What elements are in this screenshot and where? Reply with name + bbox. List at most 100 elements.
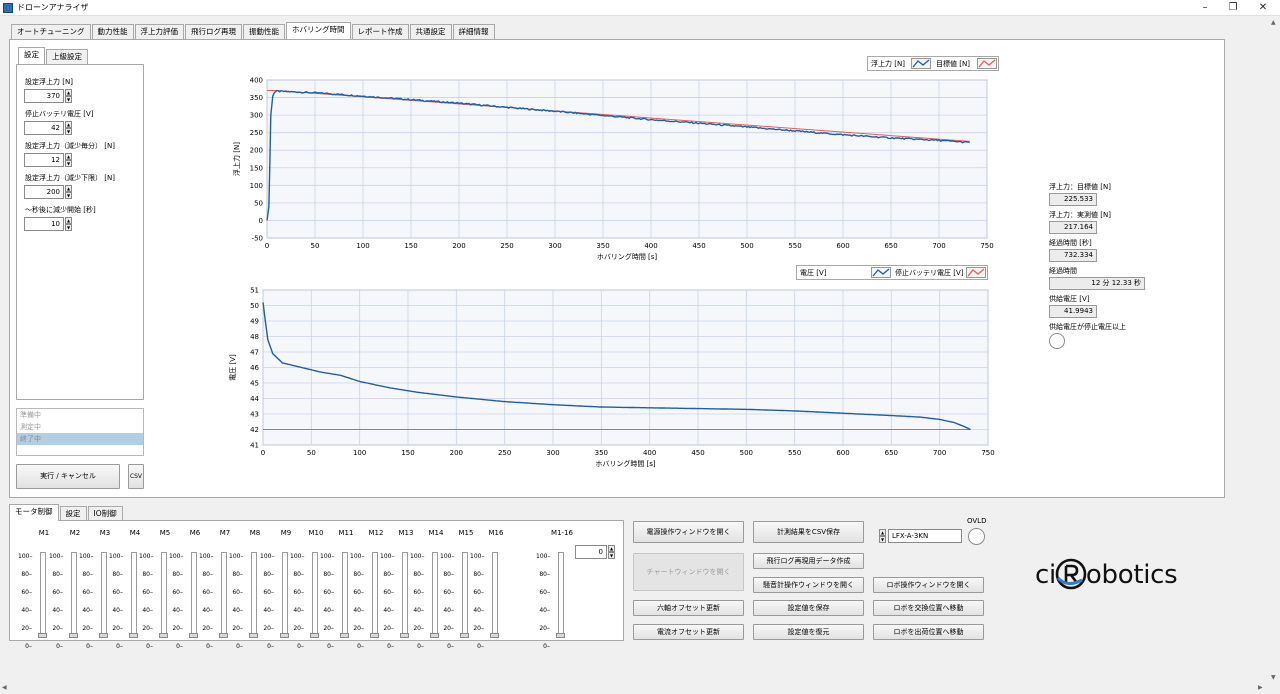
slider-track[interactable]: [71, 552, 77, 638]
tab-settings[interactable]: 設定: [18, 47, 45, 64]
slider-thumb[interactable]: [189, 633, 198, 638]
spin-buttons[interactable]: ▲ ▼: [65, 217, 72, 231]
maximize-button[interactable]: ❐: [1216, 0, 1250, 16]
motor-slider-m4[interactable]: 100– 80– 60– 40– 20– 0–: [109, 542, 138, 650]
decrement-icon[interactable]: ▼: [879, 536, 886, 543]
tab-motor-control[interactable]: モータ制御: [9, 504, 59, 521]
slider-thumb[interactable]: [69, 633, 78, 638]
noise-meter-window-button[interactable]: 騒音計操作ウィンドウを開く: [753, 577, 864, 593]
motor-slider-m16[interactable]: 100– 80– 60– 40– 20– 0–: [470, 542, 499, 650]
slider-track[interactable]: [40, 552, 46, 638]
slider-thumb[interactable]: [490, 633, 499, 638]
vertical-scrollbar[interactable]: ▲ ▼: [1269, 17, 1280, 687]
slider-thumb[interactable]: [38, 633, 47, 638]
slider-track[interactable]: [191, 552, 197, 638]
robot-window-button[interactable]: ロボ操作ウィンドウを開く: [873, 577, 984, 593]
motor-slider-m15[interactable]: 100– 80– 60– 40– 20– 0–: [440, 542, 469, 650]
scroll-down-icon[interactable]: ▼: [1271, 674, 1276, 681]
motor-slider-m2[interactable]: 100– 80– 60– 40– 20– 0–: [49, 542, 78, 650]
slider-track[interactable]: [558, 552, 564, 638]
motor-slider-m1[interactable]: 100– 80– 60– 40– 20– 0–: [18, 542, 47, 650]
save-settings-button[interactable]: 設定値を保存: [753, 600, 864, 616]
motor-slider-m9[interactable]: 100– 80– 60– 40– 20– 0–: [260, 542, 289, 650]
motor-slider-m3[interactable]: 100– 80– 60– 40– 20– 0–: [79, 542, 108, 650]
robot-exchange-position-button[interactable]: ロボを交換位置へ移動: [873, 600, 984, 616]
scroll-up-icon[interactable]: ▲: [1271, 19, 1276, 26]
increment-icon[interactable]: ▲: [879, 529, 886, 536]
tab-vibration[interactable]: 振動性能: [243, 24, 285, 39]
run-cancel-button[interactable]: 実行 / キャンセル: [16, 464, 120, 489]
increment-icon[interactable]: ▲: [65, 217, 72, 224]
six-axis-offset-button[interactable]: 六軸オフセット更新: [633, 600, 744, 616]
increment-icon[interactable]: ▲: [65, 89, 72, 96]
scroll-right-icon[interactable]: ▶: [1258, 684, 1263, 691]
spin-buttons[interactable]: ▲ ▼: [65, 121, 72, 135]
slider-thumb[interactable]: [556, 633, 565, 638]
slider-thumb[interactable]: [159, 633, 168, 638]
motor-slider-m5[interactable]: 100– 80– 60– 40– 20– 0–: [139, 542, 168, 650]
decrement-icon[interactable]: ▼: [65, 160, 72, 167]
slider-track[interactable]: [101, 552, 107, 638]
slider-thumb[interactable]: [249, 633, 258, 638]
spin-buttons[interactable]: ▲ ▼: [879, 529, 886, 543]
spin-buttons[interactable]: ▲ ▼: [65, 89, 72, 103]
slider-track[interactable]: [372, 552, 378, 638]
close-button[interactable]: ✕: [1246, 0, 1280, 16]
flight-log-data-button[interactable]: 飛行ログ再現用データ作成: [753, 553, 864, 569]
spin-buttons[interactable]: ▲ ▼: [65, 153, 72, 167]
csv-button[interactable]: CSV: [128, 464, 144, 489]
slider-thumb[interactable]: [370, 633, 379, 638]
slider-thumb[interactable]: [280, 633, 289, 638]
slider-thumb[interactable]: [310, 633, 319, 638]
tab-common-settings[interactable]: 共通設定: [409, 24, 452, 39]
decrement-icon[interactable]: ▼: [65, 96, 72, 103]
tab-details[interactable]: 詳細情報: [452, 24, 495, 39]
tab-flight-log-replay[interactable]: 飛行ログ再現: [185, 24, 242, 39]
increment-icon[interactable]: ▲: [65, 153, 72, 160]
slider-thumb[interactable]: [129, 633, 138, 638]
spin-buttons[interactable]: ▲ ▼: [65, 185, 72, 199]
tab-advanced-settings[interactable]: 上級設定: [46, 49, 88, 64]
slider-track[interactable]: [432, 552, 438, 638]
decrement-icon[interactable]: ▼: [65, 128, 72, 135]
slider-thumb[interactable]: [460, 633, 469, 638]
slider-track[interactable]: [342, 552, 348, 638]
tab-motor-settings[interactable]: 設定: [59, 506, 87, 521]
decrement-icon[interactable]: ▼: [608, 552, 615, 559]
robot-shipping-position-button[interactable]: ロボを出荷位置へ移動: [873, 624, 984, 640]
slider-thumb[interactable]: [99, 633, 108, 638]
motor-slider-m11[interactable]: 100– 80– 60– 40– 20– 0–: [320, 542, 349, 650]
motor-slider-m14[interactable]: 100– 80– 60– 40– 20– 0–: [410, 542, 439, 650]
slider-thumb[interactable]: [340, 633, 349, 638]
tab-hovering-time[interactable]: ホバリング時間: [286, 22, 351, 39]
slider-track[interactable]: [462, 552, 468, 638]
restore-settings-button[interactable]: 設定値を復元: [753, 624, 864, 640]
tab-io-control[interactable]: IO制御: [87, 506, 123, 521]
decrement-icon[interactable]: ▼: [65, 192, 72, 199]
tab-report[interactable]: レポート作成: [351, 24, 409, 39]
slider-track[interactable]: [131, 552, 137, 638]
motor-slider-m12[interactable]: 100– 80– 60– 40– 20– 0–: [350, 542, 379, 650]
power-window-button[interactable]: 電源操作ウィンドウを開く: [633, 521, 744, 543]
motor-slider-m10[interactable]: 100– 80– 60– 40– 20– 0–: [290, 542, 319, 650]
numeric-value[interactable]: 200: [24, 185, 64, 199]
lift-decrease-rate-input[interactable]: 12 ▲ ▼: [24, 153, 72, 167]
slider-thumb[interactable]: [400, 633, 409, 638]
horizontal-scrollbar[interactable]: ◀ ▶: [0, 683, 1269, 694]
motor-slider-m6[interactable]: 100– 80– 60– 40– 20– 0–: [169, 542, 198, 650]
slider-track[interactable]: [492, 552, 498, 638]
decrease-start-input[interactable]: 10 ▲ ▼: [24, 217, 72, 231]
numeric-value[interactable]: 42: [24, 121, 64, 135]
scroll-left-icon[interactable]: ◀: [2, 684, 7, 691]
slider-thumb[interactable]: [430, 633, 439, 638]
device-name[interactable]: LFX-A-3KN: [888, 529, 962, 543]
lift-lower-limit-input[interactable]: 200 ▲ ▼: [24, 185, 72, 199]
slider-track[interactable]: [161, 552, 167, 638]
slider-track[interactable]: [402, 552, 408, 638]
tab-power-performance[interactable]: 動力性能: [91, 24, 134, 39]
slider-track[interactable]: [221, 552, 227, 638]
increment-icon[interactable]: ▲: [65, 185, 72, 192]
increment-icon[interactable]: ▲: [608, 545, 615, 552]
motor-slider-m8[interactable]: 100– 80– 60– 40– 20– 0–: [229, 542, 258, 650]
numeric-value[interactable]: 0: [575, 545, 607, 559]
